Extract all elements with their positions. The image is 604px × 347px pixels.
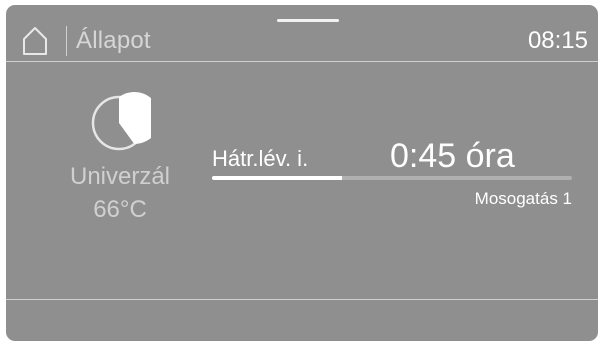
phase-label: Mosogatás 1 (474, 189, 572, 208)
program-temperature: 66°C (93, 196, 147, 223)
progress-fill (212, 176, 342, 180)
home-icon[interactable] (22, 26, 48, 56)
header-separator (66, 26, 67, 56)
program-progress-icon (91, 92, 151, 151)
page-title: Állapot (76, 27, 151, 54)
clock-time: 08:15 (527, 27, 588, 54)
program-name: Univerzál (69, 163, 171, 190)
header-divider (6, 61, 598, 62)
progress-bar (212, 176, 572, 180)
drag-handle[interactable] (277, 19, 339, 22)
display-screen: Állapot 08:15 Univerzál 66°C Hátr.lév. i… (6, 5, 598, 341)
remaining-time-label: Hátr.lév. i. (212, 146, 309, 171)
remaining-time-value: 0:45 óra (390, 137, 515, 175)
footer-divider (6, 299, 598, 300)
